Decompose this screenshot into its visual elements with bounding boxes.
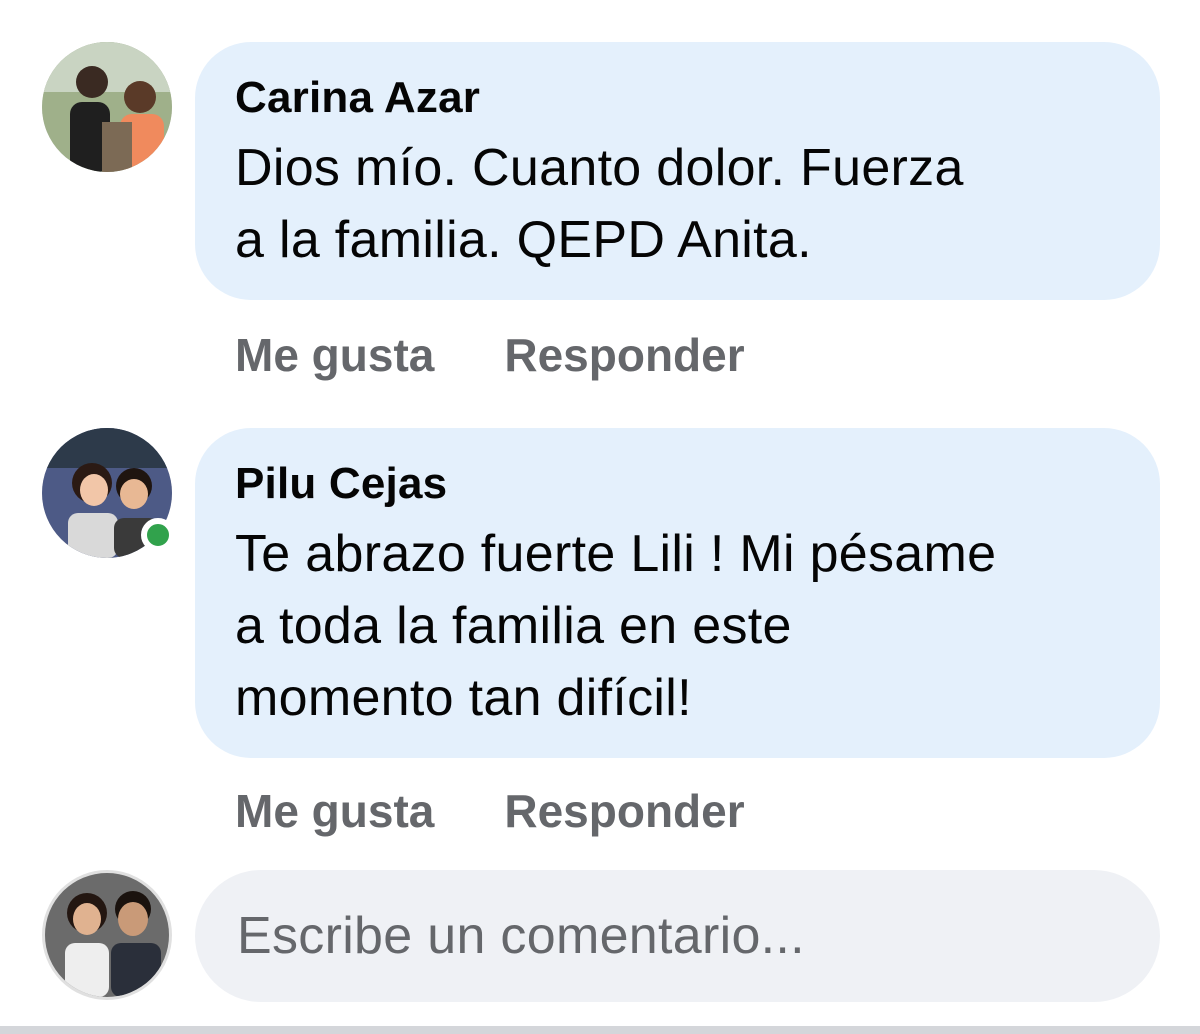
comment-author[interactable]: Carina Azar bbox=[235, 72, 1120, 124]
divider bbox=[0, 1026, 1200, 1034]
comment-bubble: Carina Azar Dios mío. Cuanto dolor. Fuer… bbox=[195, 42, 1160, 300]
online-status-icon bbox=[141, 518, 175, 552]
comment-text-line: momento tan difícil! bbox=[235, 669, 692, 727]
comment-text-line: Te abrazo fuerte Lili ! Mi pésame bbox=[235, 525, 997, 583]
comment-bubble: Pilu Cejas Te abrazo fuerte Lili ! Mi pé… bbox=[195, 428, 1160, 758]
comment-composer[interactable] bbox=[195, 870, 1160, 1002]
avatar-photo-icon bbox=[42, 42, 172, 172]
like-button[interactable]: Me gusta bbox=[235, 784, 434, 838]
comment-actions: Me gusta Responder bbox=[235, 784, 745, 838]
reply-button[interactable]: Responder bbox=[504, 328, 744, 382]
comment-actions: Me gusta Responder bbox=[235, 328, 745, 382]
comment-text: Dios mío. Cuanto dolor. Fuerza a la fami… bbox=[235, 132, 1120, 276]
reply-button[interactable]: Responder bbox=[504, 784, 744, 838]
comment-text-line: Dios mío. Cuanto dolor. Fuerza bbox=[235, 139, 964, 197]
like-button[interactable]: Me gusta bbox=[235, 328, 434, 382]
comment-text: Te abrazo fuerte Lili ! Mi pésame a toda… bbox=[235, 518, 1120, 734]
commenter-avatar[interactable] bbox=[42, 42, 172, 172]
comment-author[interactable]: Pilu Cejas bbox=[235, 458, 1120, 510]
current-user-avatar[interactable] bbox=[42, 870, 172, 1000]
comment-text-line: a la familia. QEPD Anita. bbox=[235, 211, 812, 269]
comment-text-line: a toda la familia en este bbox=[235, 597, 792, 655]
avatar-photo-icon bbox=[45, 873, 169, 997]
comment-input[interactable] bbox=[235, 905, 1120, 967]
